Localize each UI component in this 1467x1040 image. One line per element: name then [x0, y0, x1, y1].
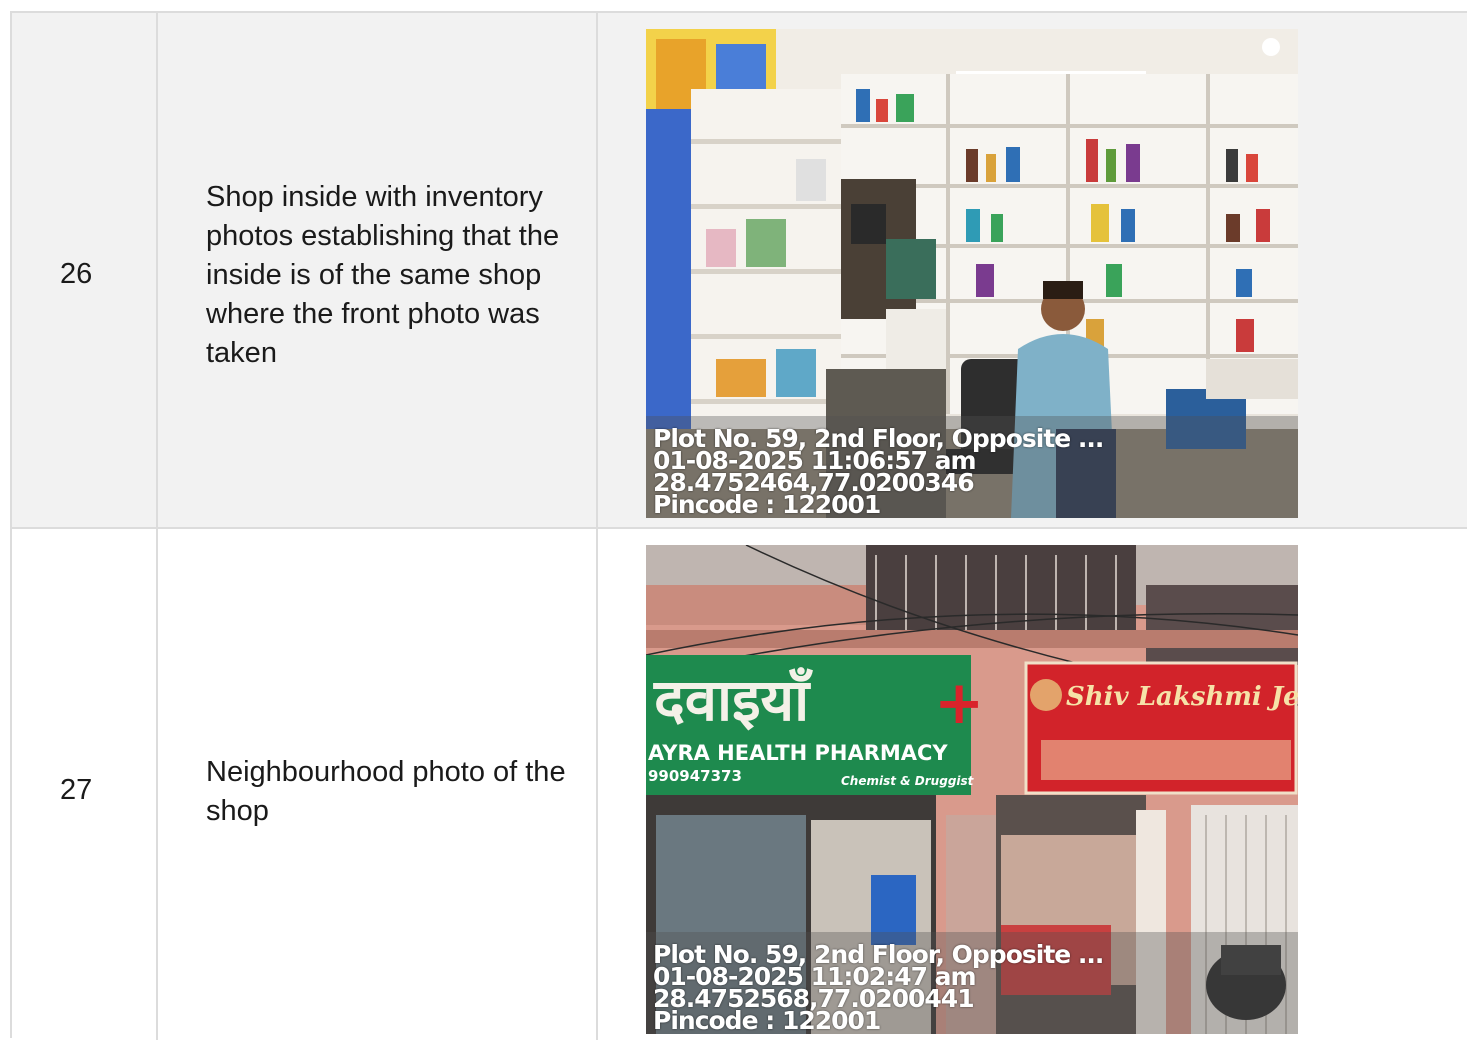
chemist-sign-text: Chemist & Druggist [841, 774, 975, 788]
svg-text:+: + [934, 668, 984, 738]
row-description: Neighbourhood photo of the shop [206, 756, 566, 827]
description-cell: Neighbourhood photo of the shop [158, 529, 598, 1040]
photo-geo-stamp: Plot No. 59, 2nd Floor, Opposite ... 01-… [653, 426, 1104, 518]
photo-geo-stamp: Plot No. 59, 2nd Floor, Opposite ... 01-… [653, 942, 1104, 1034]
pharmacy-phone-text: 990947373 [648, 767, 742, 785]
row-number-cell: 26 [12, 13, 158, 527]
pharmacy-sign-text: AYRA HEALTH PHARMACY [648, 741, 948, 765]
row-number: 27 [60, 774, 93, 806]
neighbourhood-photo: दवाइयाँ + AYRA HEALTH PHARMACY 990947373… [646, 545, 1298, 1034]
stamp-pincode: Pincode : 122001 [653, 490, 881, 518]
photo-cell: Plot No. 59, 2nd Floor, Opposite ... 01-… [598, 13, 1467, 527]
photo-cell: दवाइयाँ + AYRA HEALTH PHARMACY 990947373… [598, 529, 1467, 1040]
table-row: 27 Neighbourhood photo of the shop दवाइय… [12, 529, 1467, 1040]
table-row: 26 Shop inside with inventory photos est… [12, 13, 1467, 529]
description-cell: Shop inside with inventory photos establ… [158, 13, 598, 527]
photo-table: 26 Shop inside with inventory photos est… [10, 11, 1467, 1040]
shop-inside-photo: Plot No. 59, 2nd Floor, Opposite ... 01-… [646, 29, 1298, 518]
hindi-sign-text: दवाइयाँ [653, 666, 813, 734]
row-number-cell: 27 [12, 529, 158, 1040]
jewellers-sign-text: Shiv Lakshmi Jewellers [1066, 682, 1298, 712]
row-description: Shop inside with inventory photos establ… [206, 181, 560, 369]
row-number: 26 [60, 258, 93, 290]
stamp-pincode: Pincode : 122001 [653, 1006, 881, 1034]
